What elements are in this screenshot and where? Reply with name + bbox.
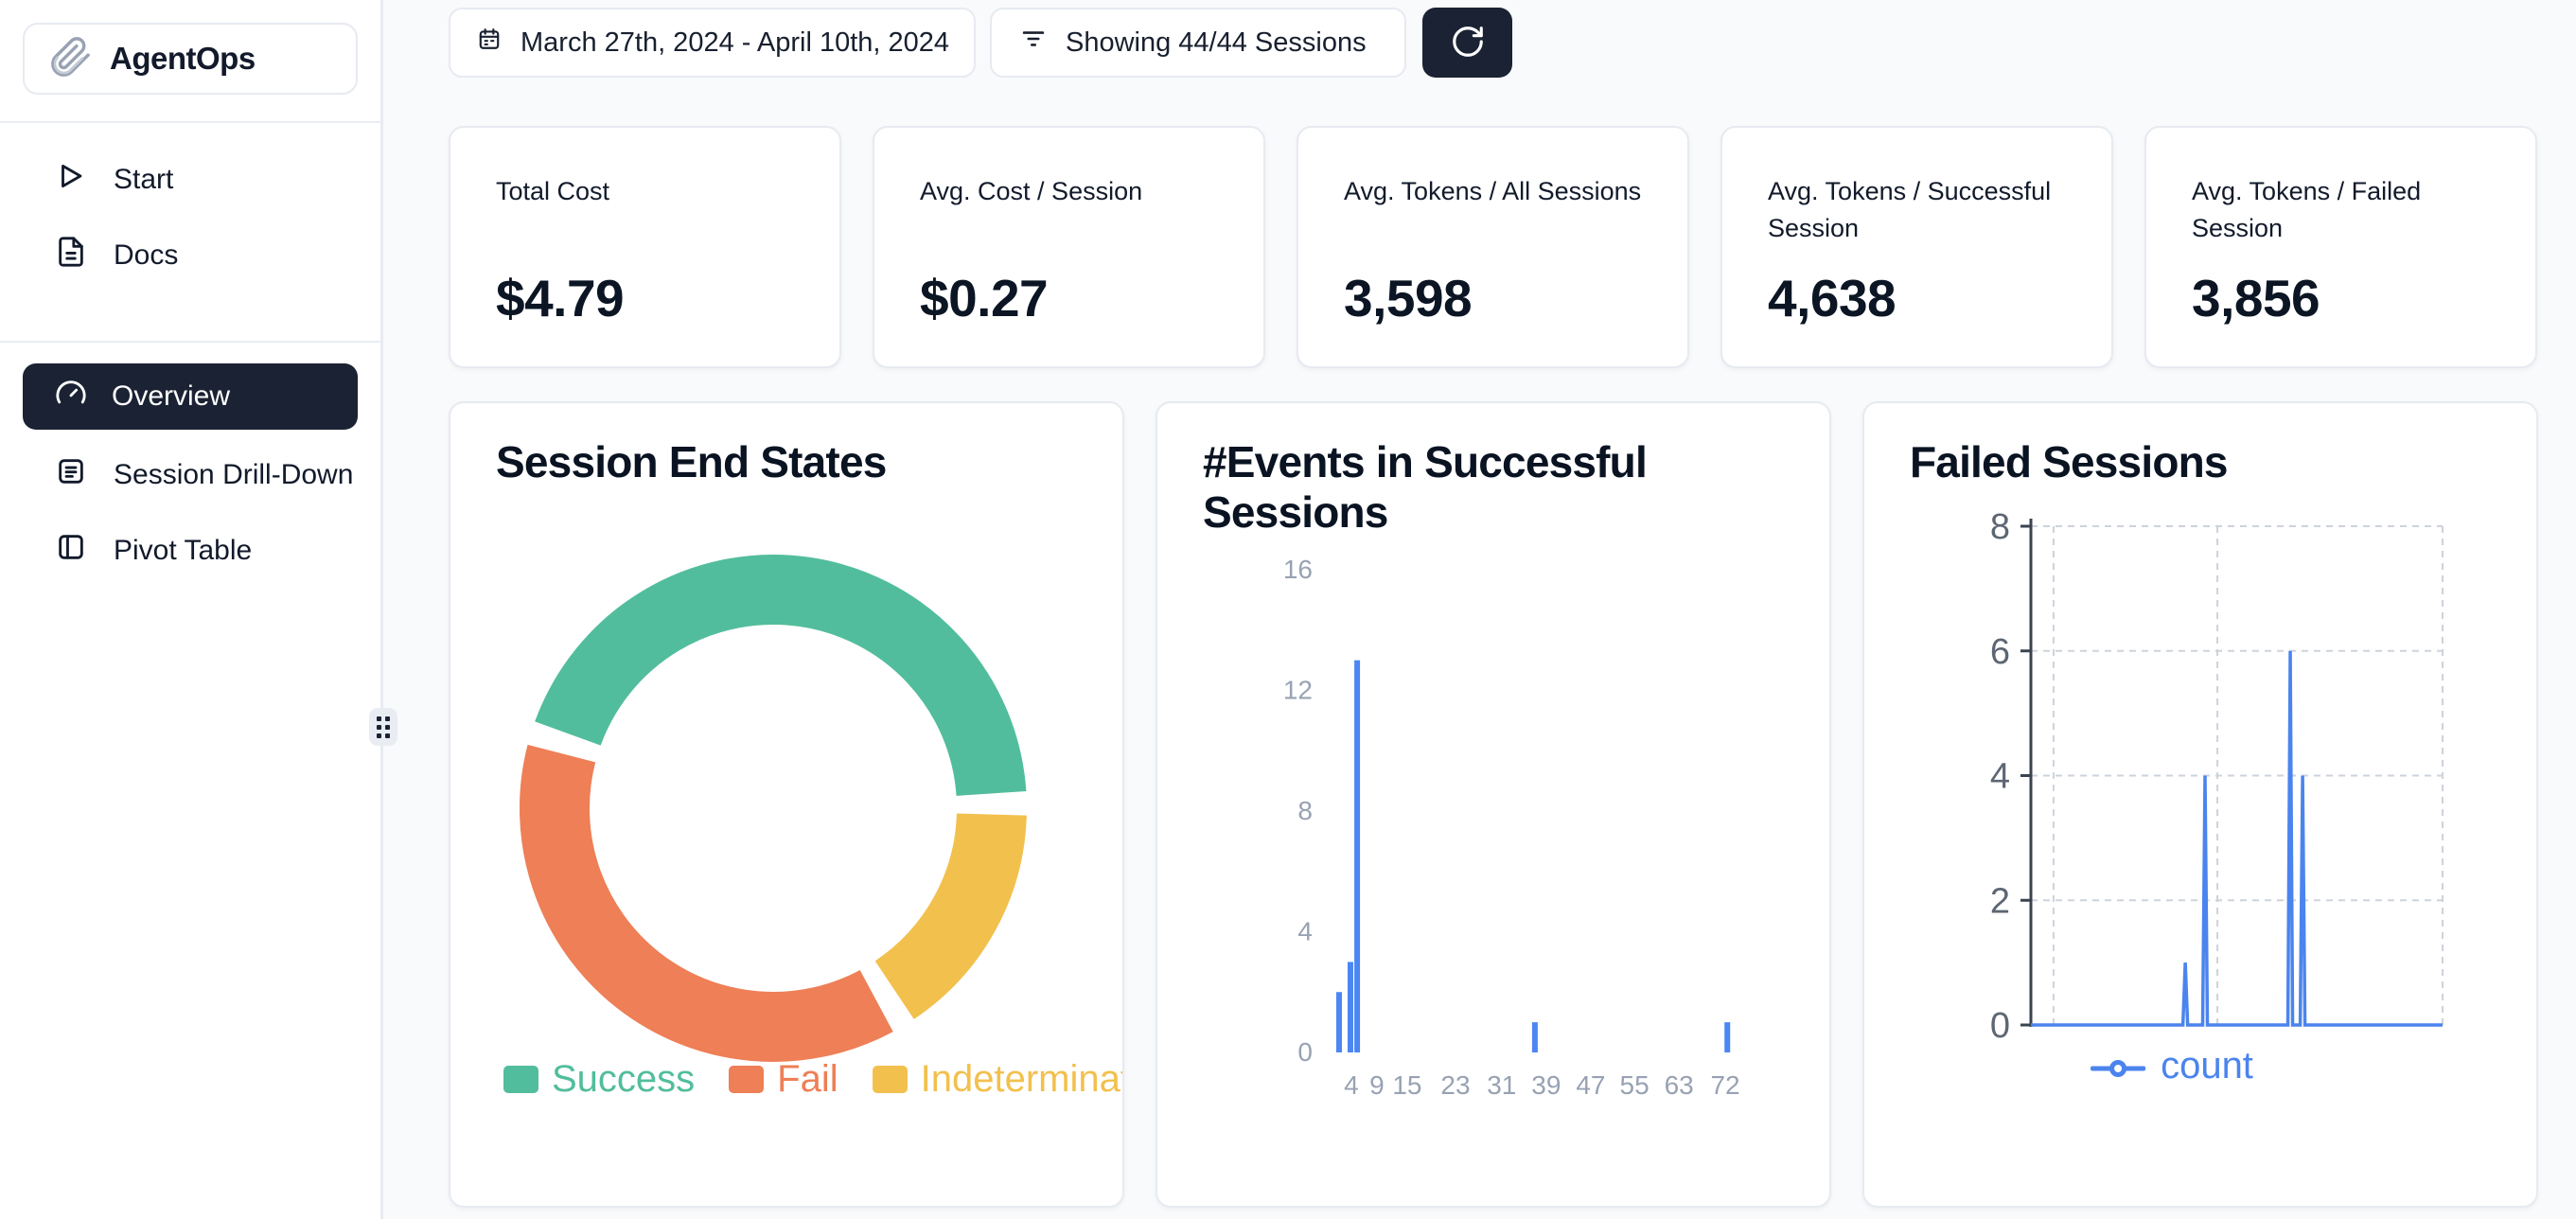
refresh-button[interactable] xyxy=(1422,8,1512,78)
gauge-icon xyxy=(55,377,87,416)
svg-text:4: 4 xyxy=(1297,917,1313,946)
svg-text:4: 4 xyxy=(1344,1070,1359,1100)
sidebar-item-label: Session Drill-Down xyxy=(114,459,353,491)
stat-value: 4,638 xyxy=(1768,268,1896,328)
svg-text:47: 47 xyxy=(1576,1070,1605,1100)
stat-card-avg-cost-session: Avg. Cost / Session $0.27 xyxy=(873,126,1265,368)
calendar-icon xyxy=(477,26,502,59)
date-range-button[interactable]: March 27th, 2024 - April 10th, 2024 xyxy=(449,8,976,78)
stat-label: Avg. Tokens / Failed Session xyxy=(2192,173,2497,247)
sidebar-divider-top xyxy=(0,121,380,123)
line-chart-legend[interactable]: count xyxy=(2091,1045,2253,1087)
stat-label: Avg. Tokens / Successful Session xyxy=(1768,173,2073,247)
sidebar-item-docs[interactable]: Docs xyxy=(0,218,380,293)
sidebar-item-session-drilldown[interactable]: Session Drill-Down xyxy=(0,437,380,513)
document-icon xyxy=(55,236,87,275)
svg-text:12: 12 xyxy=(1283,676,1313,705)
sidebar-resize-handle[interactable] xyxy=(369,708,397,746)
legend-swatch xyxy=(503,1066,538,1093)
sidebar-nav-top: Start Docs xyxy=(0,142,380,293)
sidebar-item-pivot-table[interactable]: Pivot Table xyxy=(0,513,380,589)
stat-card-avg-tokens-all: Avg. Tokens / All Sessions 3,598 xyxy=(1297,126,1689,368)
svg-text:63: 63 xyxy=(1665,1070,1694,1100)
sidebar-item-start[interactable]: Start xyxy=(0,142,380,218)
notes-icon xyxy=(55,455,87,495)
svg-text:4: 4 xyxy=(1990,757,2010,797)
chart-cards-row: Session End States Success Fail Indeterm… xyxy=(449,401,2538,1208)
stat-value: 3,856 xyxy=(2192,268,2320,328)
chart-card-session-end-states: Session End States Success Fail Indeterm… xyxy=(449,401,1124,1208)
stat-value: 3,598 xyxy=(1344,268,1472,328)
logo[interactable]: AgentOps xyxy=(23,23,358,95)
bar-chart: 0481216491523313947556372 xyxy=(1157,403,1831,1208)
sidebar-divider-bottom xyxy=(0,341,380,343)
svg-text:16: 16 xyxy=(1283,555,1313,584)
panel-left-icon xyxy=(55,531,87,571)
sidebar-item-label: Pivot Table xyxy=(114,535,252,567)
sessions-filter-button[interactable]: Showing 44/44 Sessions xyxy=(990,8,1406,78)
svg-text:8: 8 xyxy=(1990,507,2010,547)
donut-legend: Success Fail Indeterminate xyxy=(503,1058,1124,1101)
chart-card-failed-sessions: Failed Sessions 02468 count xyxy=(1862,401,2538,1208)
line-series-marker-icon xyxy=(2091,1045,2145,1087)
paperclip-logo-icon xyxy=(49,35,93,83)
filter-icon xyxy=(1020,26,1047,60)
stat-card-total-cost: Total Cost $4.79 xyxy=(449,126,841,368)
logo-text: AgentOps xyxy=(110,41,256,77)
svg-text:6: 6 xyxy=(1990,632,2010,672)
svg-text:0: 0 xyxy=(1990,1006,2010,1046)
donut-chart xyxy=(508,543,1038,1073)
svg-text:31: 31 xyxy=(1487,1070,1516,1100)
sessions-filter-label: Showing 44/44 Sessions xyxy=(1066,27,1367,59)
stat-card-avg-tokens-failed: Avg. Tokens / Failed Session 3,856 xyxy=(2144,126,2537,368)
svg-text:23: 23 xyxy=(1440,1070,1470,1100)
svg-text:8: 8 xyxy=(1297,796,1313,825)
legend-label: Indeterminate xyxy=(921,1058,1124,1101)
sidebar-item-label: Start xyxy=(114,164,173,196)
legend-item-success[interactable]: Success xyxy=(503,1058,695,1101)
play-icon xyxy=(55,160,87,200)
refresh-icon xyxy=(1450,24,1486,62)
sidebar-nav-bottom: Session Drill-Down Pivot Table xyxy=(0,437,380,589)
stat-label: Total Cost xyxy=(496,173,801,210)
stat-value: $0.27 xyxy=(920,268,1048,328)
legend-item-fail[interactable]: Fail xyxy=(729,1058,838,1101)
sidebar-item-label: Overview xyxy=(112,380,230,413)
stat-cards-row: Total Cost $4.79 Avg. Cost / Session $0.… xyxy=(449,126,2537,368)
chart-card-events-successful-sessions: #Events in Successful Sessions 048121649… xyxy=(1156,401,1831,1208)
sidebar: AgentOps Start Docs Overview xyxy=(0,0,383,1219)
legend-item-indeterminate[interactable]: Indeterminate xyxy=(873,1058,1124,1101)
line-series-label: count xyxy=(2161,1045,2253,1087)
legend-label: Fail xyxy=(777,1058,838,1101)
svg-text:55: 55 xyxy=(1620,1070,1650,1100)
svg-text:39: 39 xyxy=(1531,1070,1561,1100)
date-range-label: March 27th, 2024 - April 10th, 2024 xyxy=(520,27,949,59)
svg-text:0: 0 xyxy=(1297,1037,1313,1067)
sidebar-item-overview[interactable]: Overview xyxy=(23,363,358,430)
stat-label: Avg. Cost / Session xyxy=(920,173,1225,210)
legend-label: Success xyxy=(552,1058,695,1101)
svg-text:15: 15 xyxy=(1392,1070,1421,1100)
agentops-dashboard: AgentOps Start Docs Overview xyxy=(0,0,2576,1219)
chart-title: Session End States xyxy=(496,437,1102,487)
svg-text:72: 72 xyxy=(1710,1070,1739,1100)
legend-swatch xyxy=(729,1066,764,1093)
stat-value: $4.79 xyxy=(496,268,624,328)
sidebar-item-label: Docs xyxy=(114,239,178,272)
svg-text:2: 2 xyxy=(1990,881,2010,921)
stat-card-avg-tokens-successful: Avg. Tokens / Successful Session 4,638 xyxy=(1720,126,2113,368)
svg-text:9: 9 xyxy=(1369,1070,1385,1100)
legend-swatch xyxy=(873,1066,908,1093)
stat-label: Avg. Tokens / All Sessions xyxy=(1344,173,1649,210)
